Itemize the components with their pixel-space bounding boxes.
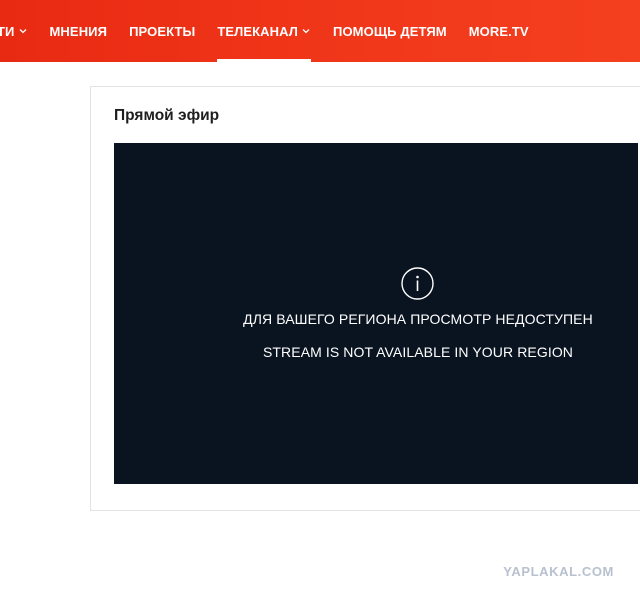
nav-item-label: ТЕЛЕКАНАЛ: [217, 23, 299, 39]
nav-item-label: ПРОЕКТЫ: [129, 23, 196, 39]
nav-item-label: ПОМОЩЬ ДЕТЯМ: [333, 23, 447, 39]
chevron-down-icon: [19, 29, 26, 34]
unavailable-message-ru: ДЛЯ ВАШЕГО РЕГИОНА ПРОСМОТР НЕДОСТУПЕН: [243, 311, 593, 327]
card-title: Прямой эфир: [114, 107, 220, 124]
nav-item-projects[interactable]: ПРОЕКТЫ: [129, 0, 195, 62]
nav-item-opinions[interactable]: МНЕНИЯ: [50, 0, 108, 62]
video-player[interactable]: ДЛЯ ВАШЕГО РЕГИОНА ПРОСМОТР НЕДОСТУПЕН S…: [114, 143, 638, 484]
watermark: YAPLAKAL.COM: [503, 564, 614, 579]
nav-item-help-children[interactable]: ПОМОЩЬ ДЕТЯМ: [333, 0, 447, 62]
unavailable-message-en: STREAM IS NOT AVAILABLE IN YOUR REGION: [262, 344, 574, 360]
top-navigation: ТИ МНЕНИЯ ПРОЕКТЫ ТЕЛЕКАНАЛ ПОМОЩЬ ДЕТЯМ…: [0, 0, 640, 62]
nav-item-more-tv[interactable]: MORE.TV: [469, 0, 529, 62]
nav-item-label: ТИ: [0, 23, 15, 39]
nav-item-label: MORE.TV: [468, 23, 529, 39]
chevron-down-icon: [302, 29, 310, 34]
page: ТИ МНЕНИЯ ПРОЕКТЫ ТЕЛЕКАНАЛ ПОМОЩЬ ДЕТЯМ…: [0, 0, 640, 601]
info-icon: [401, 267, 434, 300]
live-stream-card: Прямой эфир ДЛЯ ВАШЕГО РЕГИОНА ПРОСМОТР …: [90, 86, 640, 511]
nav-item-label: МНЕНИЯ: [49, 23, 108, 39]
nav-item-news[interactable]: ТИ: [0, 0, 28, 62]
nav-item-tv-channel[interactable]: ТЕЛЕКАНАЛ: [217, 0, 311, 62]
